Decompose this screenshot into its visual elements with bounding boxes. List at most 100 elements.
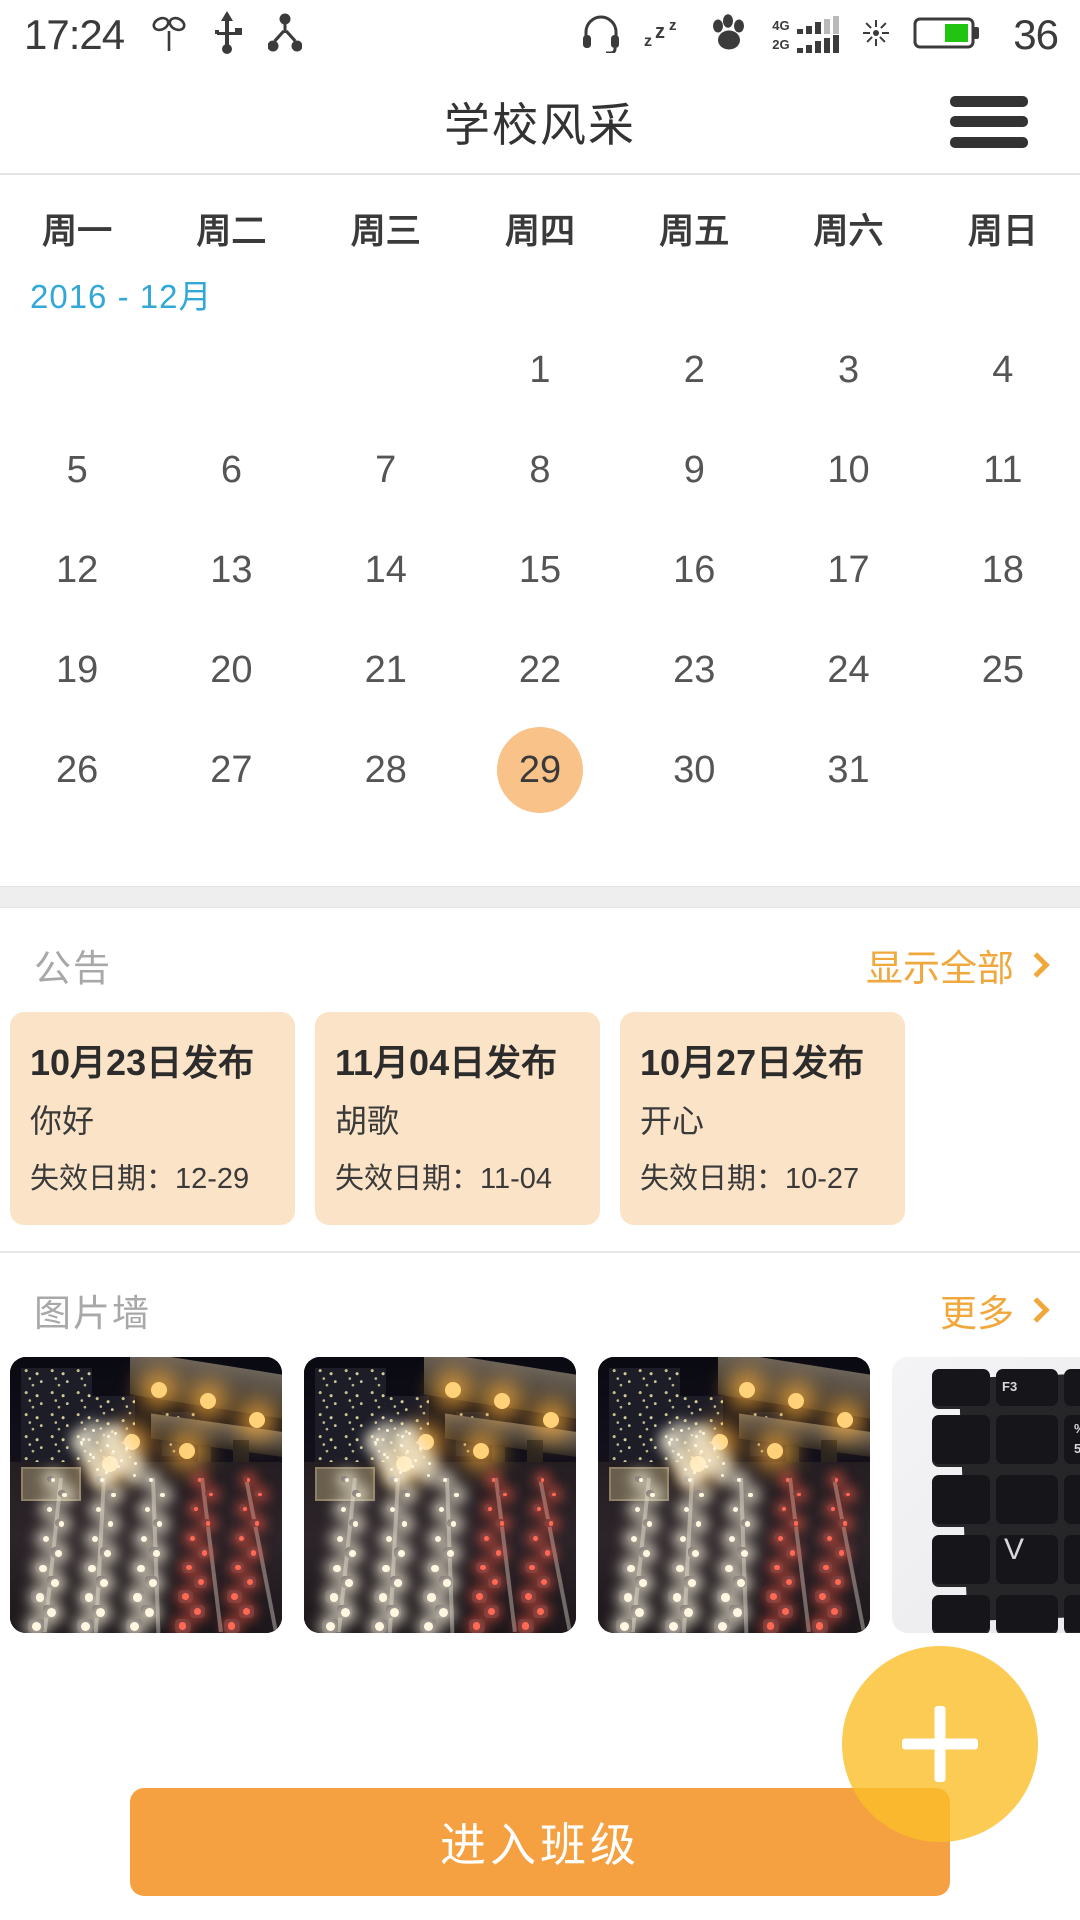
weekday-label: 周一 <box>42 212 113 251</box>
calendar-day[interactable]: 14 <box>309 520 463 620</box>
calendar-day-number: 6 <box>220 448 242 491</box>
photo-wall-item[interactable]: F3% 5 V <box>892 1357 1080 1633</box>
announcement-card[interactable]: 10月23日发布你好失效日期：12-29 <box>10 1012 295 1225</box>
calendar-day-number: 12 <box>56 548 99 591</box>
key-label-f3: F3 <box>1002 1379 1018 1394</box>
photo-wall-item[interactable] <box>598 1357 870 1633</box>
announcement-body: 你好 <box>30 1103 95 1139</box>
calendar-day-number: 24 <box>827 648 870 691</box>
calendar-day[interactable]: 24 <box>771 620 925 720</box>
calendar-day-number: 10 <box>827 448 870 491</box>
calendar-day-number: 27 <box>210 748 253 791</box>
sprout-icon <box>152 13 186 58</box>
photo-wall-header: 图片墙 更多 <box>0 1253 1080 1357</box>
calendar-day[interactable]: 31 <box>771 720 925 820</box>
calendar-day-number: 18 <box>981 548 1024 591</box>
calendar-day[interactable]: 18 <box>926 520 1080 620</box>
calendar-day[interactable]: 1 <box>463 320 617 420</box>
photo-wall-panel: 图片墙 更多 F3% 5 V <box>0 1253 1080 1633</box>
calendar-day[interactable]: 13 <box>154 520 308 620</box>
calendar-day-blank <box>309 320 463 420</box>
calendar-day[interactable]: 20 <box>154 620 308 720</box>
calendar-day-number: 28 <box>364 748 407 791</box>
weekday-label: 周日 <box>967 212 1038 251</box>
calendar-day[interactable]: 5 <box>0 420 154 520</box>
usb-icon <box>212 10 243 60</box>
weekday-label: 周六 <box>813 212 884 251</box>
calendar-days-grid[interactable]: 1 2 3 4 5 6 7 8 9 10 11 12 13 14 15 16 17 18 19 20 21 22 23 24 2… <box>0 320 1080 820</box>
photo-list[interactable]: F3% 5 V <box>0 1357 1080 1633</box>
announcement-card[interactable]: 10月27日发布 开心 失效日期：10-27 <box>620 1012 905 1225</box>
announcement-date: 11月04日发布 <box>335 1042 558 1083</box>
page-title: 学校风采 <box>444 98 636 151</box>
announcement-expire: 失效日期：12-29 <box>30 1163 250 1195</box>
chevron-right-icon <box>1024 1297 1050 1323</box>
bluetooth-share-icon <box>267 13 303 58</box>
calendar-day[interactable]: 8 <box>463 420 617 520</box>
calendar-day[interactable]: 19 <box>0 620 154 720</box>
battery-percent-label: 36 <box>1013 11 1059 58</box>
photo-wall-item[interactable] <box>10 1357 282 1633</box>
calendar-day[interactable]: 26 <box>0 720 154 820</box>
calendar-day[interactable]: 15 <box>463 520 617 620</box>
enter-class-button[interactable]: 进入班级 <box>130 1788 950 1896</box>
key-label-percent: % <box>1074 1421 1080 1436</box>
announcements-show-all-link[interactable]: 显示全部 <box>866 938 1050 992</box>
calendar-day[interactable]: 27 <box>154 720 308 820</box>
add-button-fab[interactable] <box>842 1646 1038 1842</box>
photo-wall-more-link[interactable]: 更多 <box>940 1283 1050 1337</box>
announcement-card-list[interactable]: 10月23日发布 你好 失效日期：12-29 11月04日发布 胡歌 失效日期：11-04… <box>0 1012 1080 1225</box>
calendar-day-number: 29 <box>496 727 583 813</box>
signal-primary-label: 4G <box>772 17 790 33</box>
calendar-month-label: 2016 - 12月 <box>30 278 213 315</box>
calendar-weekday-row: 周一 周二 周三 周四 周五 周六 周日 <box>0 175 1080 260</box>
calendar-day[interactable]: 21 <box>309 620 463 720</box>
calendar-day[interactable]: 16 <box>617 520 771 620</box>
calendar-day[interactable]: 7 <box>309 420 463 520</box>
calendar-day[interactable]: 4 <box>926 320 1080 420</box>
calendar-day-number: 16 <box>673 548 716 591</box>
weekday-label: 周五 <box>659 212 730 251</box>
calendar-day-blank <box>0 320 154 420</box>
svg-text:z: z <box>644 33 652 50</box>
calendar-day[interactable]: 2 <box>617 320 771 420</box>
calendar-day[interactable]: 30 <box>617 720 771 820</box>
calendar-day[interactable]: 17 <box>771 520 925 620</box>
calendar-day-number: 31 <box>827 748 870 791</box>
calendar-day-number: 15 <box>518 548 562 591</box>
status-bar: 17:24 z z z 4G 2G 36 <box>0 0 1080 70</box>
calendar-day[interactable]: 10 <box>771 420 925 520</box>
hamburger-menu-icon[interactable] <box>950 95 1028 148</box>
calendar-day[interactable]: 12 <box>0 520 154 620</box>
announcement-card[interactable]: 11月04日发布 胡歌 失效日期：11-04 <box>315 1012 600 1225</box>
announcement-expire: 失效日期：10-27 <box>640 1163 860 1195</box>
svg-text:z: z <box>669 17 677 34</box>
plus-icon <box>902 1706 978 1782</box>
calendar-day-selected[interactable]: 29 <box>463 720 617 820</box>
calendar-day[interactable]: 11 <box>926 420 1080 520</box>
calendar-day[interactable]: 23 <box>617 620 771 720</box>
weekday-label: 周四 <box>504 212 575 251</box>
calendar-day[interactable]: 22 <box>463 620 617 720</box>
calendar-day-number: 4 <box>992 348 1014 391</box>
key-label-v: V <box>1004 1533 1025 1566</box>
announcement-date: 10月23日发布 <box>30 1042 255 1083</box>
calendar-day-number: 20 <box>210 648 253 691</box>
calendar-day[interactable]: 9 <box>617 420 771 520</box>
calendar-widget: 周一 周二 周三 周四 周五 周六 周日 2016 - 12月 12345678… <box>0 175 1080 886</box>
photo-wall-more-label: 更多 <box>940 1293 1014 1334</box>
paw-icon <box>708 13 750 58</box>
calendar-day[interactable]: 6 <box>154 420 308 520</box>
status-right-icons: z z z 4G 2G 36 <box>580 11 1059 59</box>
key-label-five: 5 <box>1074 1441 1080 1456</box>
do-not-disturb-icon: z z z <box>644 16 686 55</box>
calendar-day-number: 21 <box>364 648 407 691</box>
weekday-label: 周二 <box>196 212 267 251</box>
photo-wall-item[interactable] <box>304 1357 576 1633</box>
calendar-day[interactable]: 28 <box>309 720 463 820</box>
status-clock: 17:24 <box>24 11 125 58</box>
signal-icon: 4G 2G <box>772 15 840 53</box>
calendar-day[interactable]: 25 <box>926 620 1080 720</box>
calendar-day-number: 13 <box>210 548 253 591</box>
calendar-day[interactable]: 3 <box>771 320 925 420</box>
